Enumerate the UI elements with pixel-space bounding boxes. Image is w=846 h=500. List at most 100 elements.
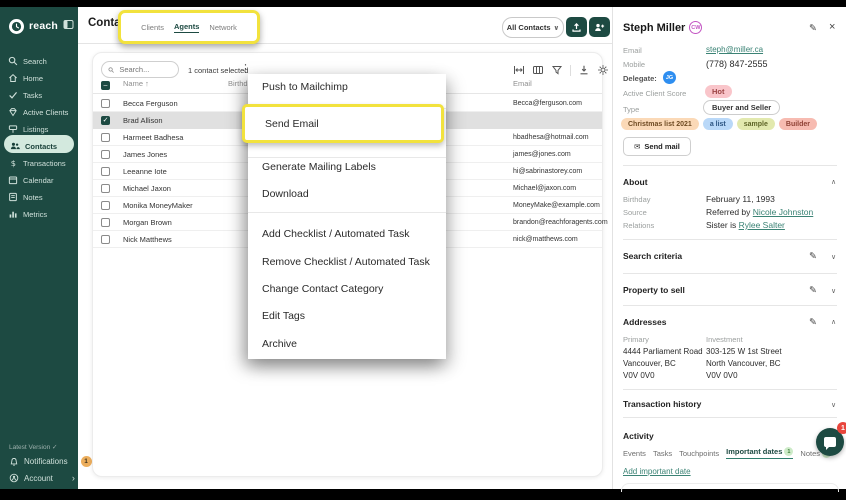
menu-item-archive[interactable]: Archive xyxy=(262,337,297,351)
row-checkbox[interactable] xyxy=(101,201,110,210)
sidebar-item-transactions[interactable]: $ Transactions xyxy=(8,155,74,171)
edit-contact-icon[interactable]: ✎ xyxy=(809,23,817,34)
sign-icon xyxy=(8,124,18,134)
tag[interactable]: Builder xyxy=(779,118,817,130)
sidebar-item-calendar[interactable]: Calendar xyxy=(8,172,74,188)
person-add-icon xyxy=(594,22,605,33)
menu-item-download[interactable]: Download xyxy=(262,187,309,201)
collapse-sidebar-icon[interactable] xyxy=(63,17,74,35)
sidebar-item-contacts[interactable]: Contacts xyxy=(10,138,76,154)
contact-detail-panel: Steph Miller CW ✎ × Email steph@miller.c… xyxy=(612,7,846,489)
sidebar-item-home[interactable]: Home xyxy=(8,70,74,86)
activity-tab-touchpoints[interactable]: Touchpoints xyxy=(679,449,719,458)
calendar-icon xyxy=(8,175,18,185)
close-panel-icon[interactable]: × xyxy=(829,21,835,33)
relations-label: Relations xyxy=(623,221,654,230)
row-checkbox[interactable] xyxy=(101,99,110,108)
menu-item-change-contact-category[interactable]: Change Contact Category xyxy=(262,282,383,296)
sidebar-item-notifications[interactable]: Notifications 1 xyxy=(9,456,92,467)
select-all-checkbox[interactable]: – xyxy=(101,81,110,90)
row-checkbox[interactable] xyxy=(101,150,110,159)
add-important-date-link[interactable]: Add important date xyxy=(623,467,691,476)
reach-logo-icon xyxy=(9,19,24,34)
collapse-addresses-icon[interactable]: ∧ xyxy=(831,318,836,326)
row-checkbox[interactable] xyxy=(101,167,110,176)
activity-tab-events[interactable]: Events xyxy=(623,449,646,458)
upload-contacts-button[interactable] xyxy=(566,17,587,37)
menu-item-add-checklist[interactable]: Add Checklist / Automated Task xyxy=(262,227,409,241)
section-property-to-sell: Property to sell xyxy=(623,285,685,295)
relation-contact-link[interactable]: Rylee Salter xyxy=(739,220,785,230)
sidebar-item-notes[interactable]: Notes xyxy=(8,189,74,205)
tags-row: Christmas list 2021 a list sample Builde… xyxy=(621,118,817,130)
edit-property-icon[interactable]: ✎ xyxy=(809,285,817,296)
column-header-name[interactable]: Name ↑ xyxy=(123,79,149,88)
address-investment-label: Investment xyxy=(706,335,743,344)
contact-name: Steph Miller CW xyxy=(623,21,702,34)
tab-agents[interactable]: Agents xyxy=(174,22,199,33)
source-contact-link[interactable]: Nicole Johnston xyxy=(753,207,813,217)
screenshot-stage: reach Search Home Tasks Active Clients L… xyxy=(0,0,846,500)
bar-chart-icon xyxy=(8,209,18,219)
menu-item-edit-tags[interactable]: Edit Tags xyxy=(262,309,305,323)
brand-name: reach xyxy=(29,20,58,32)
filter-icon[interactable] xyxy=(551,64,563,76)
address-primary-label: Primary xyxy=(623,335,649,344)
download-icon[interactable] xyxy=(578,64,590,76)
source-value: Referred by Nicole Johnston xyxy=(706,207,813,217)
table-search[interactable] xyxy=(101,61,179,78)
tab-clients[interactable]: Clients xyxy=(141,23,164,32)
contacts-filter-dropdown[interactable]: All Contacts ∨ xyxy=(502,17,564,38)
delegate-avatar[interactable]: JG xyxy=(663,71,676,84)
brand-logo-row[interactable]: reach xyxy=(9,17,71,35)
menu-item-send-email[interactable]: Send Email xyxy=(245,118,319,130)
collapse-about-icon[interactable]: ∧ xyxy=(831,178,836,186)
menu-item-push-to-mailchimp[interactable]: Push to Mailchimp xyxy=(262,80,348,94)
birthday-value: February 11, 1993 xyxy=(706,194,775,204)
activity-tab-tasks[interactable]: Tasks xyxy=(653,449,672,458)
svg-text:$: $ xyxy=(11,158,16,168)
sidebar-item-active-clients[interactable]: Active Clients xyxy=(8,104,74,120)
chat-bubble-icon xyxy=(824,437,836,447)
expand-transactions-icon[interactable]: ∨ xyxy=(831,401,836,409)
search-input[interactable] xyxy=(117,64,172,75)
row-checkbox-checked[interactable]: ✓ xyxy=(101,116,110,125)
send-mail-button[interactable]: ✉ Send mail xyxy=(623,137,691,156)
row-checkbox[interactable] xyxy=(101,133,110,142)
row-checkbox[interactable] xyxy=(101,235,110,244)
table-toolbar xyxy=(513,64,609,76)
contact-email-link[interactable]: steph@miller.ca xyxy=(706,45,763,54)
menu-item-remove-checklist[interactable]: Remove Checklist / Automated Task xyxy=(262,255,430,269)
sidebar-item-account[interactable]: Account › xyxy=(9,473,75,483)
tag[interactable]: sample xyxy=(737,118,775,130)
check-icon xyxy=(8,90,18,100)
expand-property-icon[interactable]: ∨ xyxy=(831,287,836,295)
add-contact-button[interactable] xyxy=(589,17,610,37)
activity-card-edge xyxy=(621,483,839,492)
row-checkbox[interactable] xyxy=(101,184,110,193)
tab-network[interactable]: Network xyxy=(209,23,237,32)
edit-search-criteria-icon[interactable]: ✎ xyxy=(809,251,817,262)
columns-icon[interactable] xyxy=(532,64,544,76)
tag[interactable]: a list xyxy=(703,118,733,130)
menu-item-generate-mailing-labels[interactable]: Generate Mailing Labels xyxy=(262,160,376,174)
settings-gear-icon[interactable] xyxy=(597,64,609,76)
column-header-birthday[interactable]: Birthday xyxy=(228,79,250,88)
tag[interactable]: Christmas list 2021 xyxy=(621,118,699,130)
score-label: Active Client Score xyxy=(623,89,686,98)
sidebar-item-metrics[interactable]: Metrics xyxy=(8,206,74,222)
fit-columns-icon[interactable] xyxy=(513,64,525,76)
column-header-email[interactable]: Email xyxy=(513,79,532,88)
expand-search-criteria-icon[interactable]: ∨ xyxy=(831,253,836,261)
sidebar-item-listings[interactable]: Listings xyxy=(8,121,74,137)
tab-count-badge: 1 xyxy=(784,447,793,456)
chevron-down-icon: ∨ xyxy=(554,24,560,32)
bell-icon xyxy=(9,457,19,467)
sidebar-item-tasks[interactable]: Tasks xyxy=(8,87,74,103)
edit-addresses-icon[interactable]: ✎ xyxy=(809,317,817,328)
row-checkbox[interactable] xyxy=(101,218,110,227)
activity-tab-important-dates[interactable]: Important dates1 xyxy=(726,447,793,459)
relations-value: Sister is Rylee Salter xyxy=(706,220,785,230)
section-activity: Activity xyxy=(623,431,654,441)
sidebar-item-search[interactable]: Search xyxy=(8,53,74,69)
